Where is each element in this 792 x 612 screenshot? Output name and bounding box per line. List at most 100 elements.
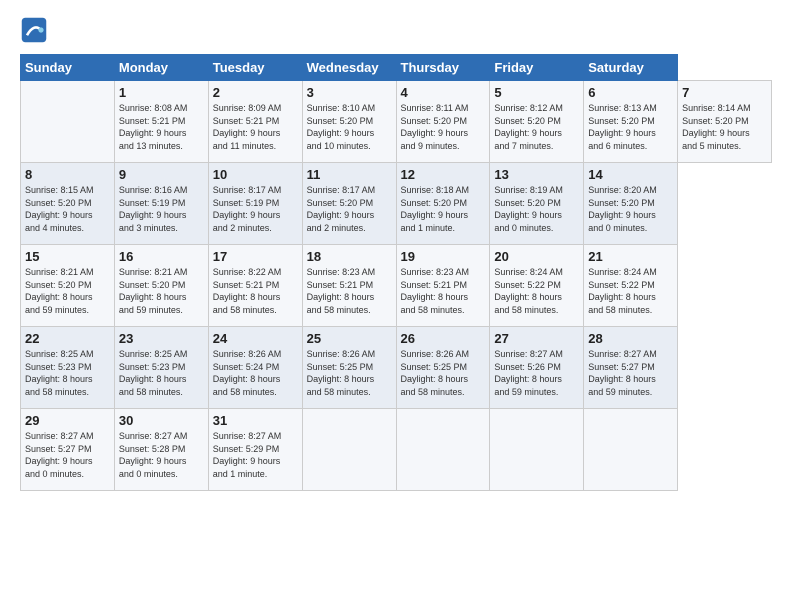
calendar-cell: 6 Sunrise: 8:13 AM Sunset: 5:20 PM Daylig… bbox=[584, 81, 678, 163]
day-info: Sunrise: 8:27 AM Sunset: 5:27 PM Dayligh… bbox=[25, 430, 110, 480]
calendar-cell bbox=[584, 409, 678, 491]
day-info: Sunrise: 8:25 AM Sunset: 5:23 PM Dayligh… bbox=[119, 348, 204, 398]
day-info: Sunrise: 8:27 AM Sunset: 5:29 PM Dayligh… bbox=[213, 430, 298, 480]
header-friday: Friday bbox=[490, 55, 584, 81]
day-number: 15 bbox=[25, 249, 110, 264]
day-number: 28 bbox=[588, 331, 673, 346]
calendar-cell: 28 Sunrise: 8:27 AM Sunset: 5:27 PM Dayli… bbox=[584, 327, 678, 409]
day-number: 25 bbox=[307, 331, 392, 346]
calendar-cell: 26 Sunrise: 8:26 AM Sunset: 5:25 PM Dayli… bbox=[396, 327, 490, 409]
day-info: Sunrise: 8:19 AM Sunset: 5:20 PM Dayligh… bbox=[494, 184, 579, 234]
day-number: 4 bbox=[401, 85, 486, 100]
day-number: 29 bbox=[25, 413, 110, 428]
header-saturday: Saturday bbox=[584, 55, 678, 81]
day-info: Sunrise: 8:22 AM Sunset: 5:21 PM Dayligh… bbox=[213, 266, 298, 316]
calendar-cell: 5 Sunrise: 8:12 AM Sunset: 5:20 PM Daylig… bbox=[490, 81, 584, 163]
calendar-cell: 27Sunrise: 8:27 AM Sunset: 5:26 PM Dayli… bbox=[490, 327, 584, 409]
day-info: Sunrise: 8:27 AM Sunset: 5:27 PM Dayligh… bbox=[588, 348, 673, 398]
calendar-cell: 2 Sunrise: 8:09 AM Sunset: 5:21 PM Daylig… bbox=[208, 81, 302, 163]
day-info: Sunrise: 8:11 AM Sunset: 5:20 PM Dayligh… bbox=[401, 102, 486, 152]
day-number: 3 bbox=[307, 85, 392, 100]
calendar-cell: 25 Sunrise: 8:26 AM Sunset: 5:25 PM Dayli… bbox=[302, 327, 396, 409]
day-info: Sunrise: 8:21 AM Sunset: 5:20 PM Dayligh… bbox=[25, 266, 110, 316]
calendar-cell: 10 Sunrise: 8:17 AM Sunset: 5:19 PM Dayli… bbox=[208, 163, 302, 245]
calendar-cell: 12 Sunrise: 8:18 AM Sunset: 5:20 PM Dayli… bbox=[396, 163, 490, 245]
day-info: Sunrise: 8:26 AM Sunset: 5:24 PM Dayligh… bbox=[213, 348, 298, 398]
day-number: 27 bbox=[494, 331, 579, 346]
calendar-week-row: 22 Sunrise: 8:25 AM Sunset: 5:23 PM Dayli… bbox=[21, 327, 772, 409]
day-number: 19 bbox=[401, 249, 486, 264]
calendar-cell: 16 Sunrise: 8:21 AM Sunset: 5:20 PM Dayli… bbox=[114, 245, 208, 327]
calendar-cell: 24 Sunrise: 8:26 AM Sunset: 5:24 PM Dayli… bbox=[208, 327, 302, 409]
calendar-cell: 14Sunrise: 8:20 AM Sunset: 5:20 PM Dayli… bbox=[584, 163, 678, 245]
header-sunday: Sunday bbox=[21, 55, 115, 81]
calendar-cell: 23 Sunrise: 8:25 AM Sunset: 5:23 PM Dayli… bbox=[114, 327, 208, 409]
calendar-cell: 4 Sunrise: 8:11 AM Sunset: 5:20 PM Daylig… bbox=[396, 81, 490, 163]
calendar-cell: 29 Sunrise: 8:27 AM Sunset: 5:27 PM Dayli… bbox=[21, 409, 115, 491]
day-number: 11 bbox=[307, 167, 392, 182]
day-info: Sunrise: 8:13 AM Sunset: 5:20 PM Dayligh… bbox=[588, 102, 673, 152]
day-number: 16 bbox=[119, 249, 204, 264]
calendar-week-row: 1 Sunrise: 8:08 AM Sunset: 5:21 PM Daylig… bbox=[21, 81, 772, 163]
day-info: Sunrise: 8:23 AM Sunset: 5:21 PM Dayligh… bbox=[401, 266, 486, 316]
header-thursday: Thursday bbox=[396, 55, 490, 81]
header-monday: Monday bbox=[114, 55, 208, 81]
day-info: Sunrise: 8:27 AM Sunset: 5:28 PM Dayligh… bbox=[119, 430, 204, 480]
day-info: Sunrise: 8:26 AM Sunset: 5:25 PM Dayligh… bbox=[307, 348, 392, 398]
calendar-cell: 31 Sunrise: 8:27 AM Sunset: 5:29 PM Dayli… bbox=[208, 409, 302, 491]
logo bbox=[20, 16, 52, 44]
day-number: 2 bbox=[213, 85, 298, 100]
day-number: 21 bbox=[588, 249, 673, 264]
day-number: 13 bbox=[494, 167, 579, 182]
day-number: 6 bbox=[588, 85, 673, 100]
day-info: Sunrise: 8:15 AM Sunset: 5:20 PM Dayligh… bbox=[25, 184, 110, 234]
day-number: 26 bbox=[401, 331, 486, 346]
header-wednesday: Wednesday bbox=[302, 55, 396, 81]
day-number: 7 bbox=[682, 85, 767, 100]
calendar-cell: 22 Sunrise: 8:25 AM Sunset: 5:23 PM Dayli… bbox=[21, 327, 115, 409]
calendar-cell: 3Sunrise: 8:10 AM Sunset: 5:20 PM Daylig… bbox=[302, 81, 396, 163]
calendar-cell: 15 Sunrise: 8:21 AM Sunset: 5:20 PM Dayli… bbox=[21, 245, 115, 327]
day-info: Sunrise: 8:17 AM Sunset: 5:19 PM Dayligh… bbox=[213, 184, 298, 234]
calendar-cell: 19 Sunrise: 8:23 AM Sunset: 5:21 PM Dayli… bbox=[396, 245, 490, 327]
calendar-cell: 11 Sunrise: 8:17 AM Sunset: 5:20 PM Dayli… bbox=[302, 163, 396, 245]
calendar-cell: 8Sunrise: 8:15 AM Sunset: 5:20 PM Daylig… bbox=[21, 163, 115, 245]
day-number: 22 bbox=[25, 331, 110, 346]
day-info: Sunrise: 8:14 AM Sunset: 5:20 PM Dayligh… bbox=[682, 102, 767, 152]
day-info: Sunrise: 8:25 AM Sunset: 5:23 PM Dayligh… bbox=[25, 348, 110, 398]
calendar-cell bbox=[396, 409, 490, 491]
empty-cell bbox=[21, 81, 115, 163]
day-info: Sunrise: 8:09 AM Sunset: 5:21 PM Dayligh… bbox=[213, 102, 298, 152]
calendar-cell: 17 Sunrise: 8:22 AM Sunset: 5:21 PM Dayli… bbox=[208, 245, 302, 327]
calendar-cell: 30 Sunrise: 8:27 AM Sunset: 5:28 PM Dayli… bbox=[114, 409, 208, 491]
calendar-week-row: 15 Sunrise: 8:21 AM Sunset: 5:20 PM Dayli… bbox=[21, 245, 772, 327]
calendar-cell: 7 Sunrise: 8:14 AM Sunset: 5:20 PM Daylig… bbox=[678, 81, 772, 163]
day-number: 12 bbox=[401, 167, 486, 182]
day-number: 23 bbox=[119, 331, 204, 346]
calendar-cell: 18Sunrise: 8:23 AM Sunset: 5:21 PM Dayli… bbox=[302, 245, 396, 327]
calendar-cell: 21Sunrise: 8:24 AM Sunset: 5:22 PM Dayli… bbox=[584, 245, 678, 327]
day-info: Sunrise: 8:24 AM Sunset: 5:22 PM Dayligh… bbox=[494, 266, 579, 316]
calendar-table: SundayMondayTuesdayWednesdayThursdayFrid… bbox=[20, 54, 772, 491]
day-info: Sunrise: 8:12 AM Sunset: 5:20 PM Dayligh… bbox=[494, 102, 579, 152]
day-number: 5 bbox=[494, 85, 579, 100]
calendar-cell: 1 Sunrise: 8:08 AM Sunset: 5:21 PM Daylig… bbox=[114, 81, 208, 163]
day-number: 1 bbox=[119, 85, 204, 100]
calendar-header-row: SundayMondayTuesdayWednesdayThursdayFrid… bbox=[21, 55, 772, 81]
day-info: Sunrise: 8:21 AM Sunset: 5:20 PM Dayligh… bbox=[119, 266, 204, 316]
day-info: Sunrise: 8:17 AM Sunset: 5:20 PM Dayligh… bbox=[307, 184, 392, 234]
logo-icon bbox=[20, 16, 48, 44]
calendar-week-row: 29 Sunrise: 8:27 AM Sunset: 5:27 PM Dayli… bbox=[21, 409, 772, 491]
day-number: 30 bbox=[119, 413, 204, 428]
day-number: 31 bbox=[213, 413, 298, 428]
day-info: Sunrise: 8:08 AM Sunset: 5:21 PM Dayligh… bbox=[119, 102, 204, 152]
calendar-cell: 9Sunrise: 8:16 AM Sunset: 5:19 PM Daylig… bbox=[114, 163, 208, 245]
calendar-cell bbox=[490, 409, 584, 491]
day-info: Sunrise: 8:18 AM Sunset: 5:20 PM Dayligh… bbox=[401, 184, 486, 234]
day-number: 17 bbox=[213, 249, 298, 264]
day-info: Sunrise: 8:16 AM Sunset: 5:19 PM Dayligh… bbox=[119, 184, 204, 234]
day-number: 24 bbox=[213, 331, 298, 346]
day-info: Sunrise: 8:26 AM Sunset: 5:25 PM Dayligh… bbox=[401, 348, 486, 398]
calendar-week-row: 8Sunrise: 8:15 AM Sunset: 5:20 PM Daylig… bbox=[21, 163, 772, 245]
day-number: 10 bbox=[213, 167, 298, 182]
